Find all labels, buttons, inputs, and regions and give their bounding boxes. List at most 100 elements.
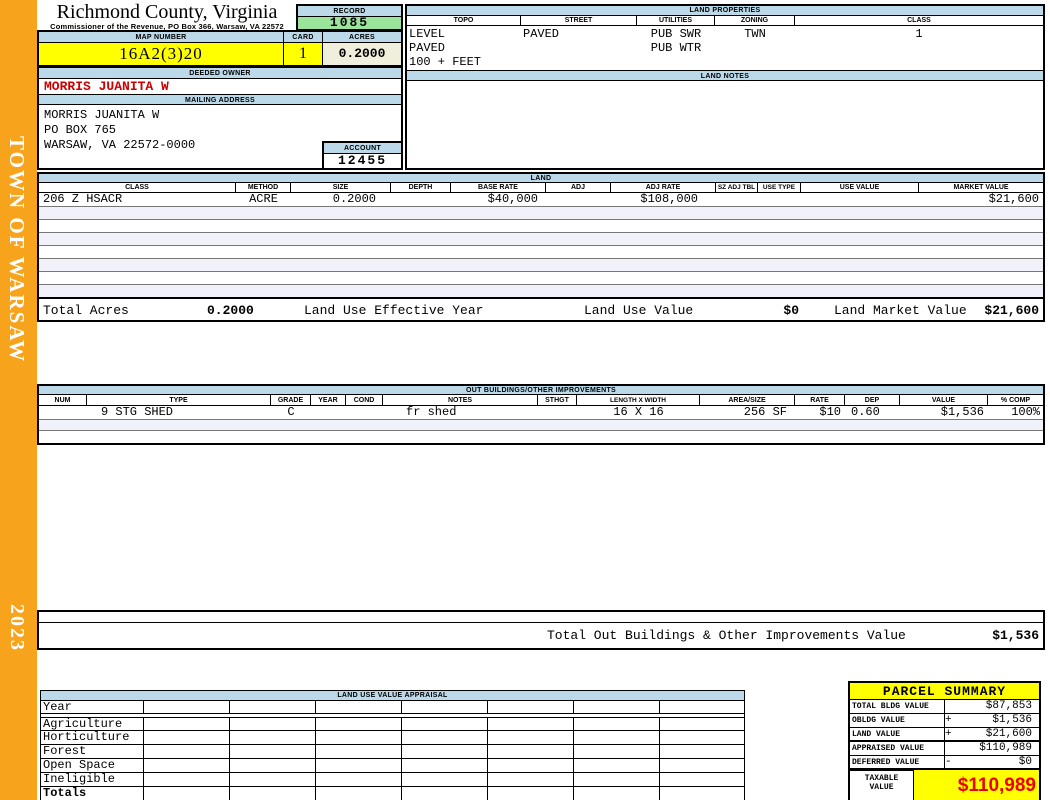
lua-cell[interactable] bbox=[402, 701, 488, 713]
col-area-size: AREA/SIZE bbox=[700, 395, 795, 405]
lua-cell[interactable] bbox=[402, 759, 488, 772]
lua-cell[interactable] bbox=[660, 773, 744, 786]
col-value: VALUE bbox=[900, 395, 988, 405]
col-class: CLASS bbox=[39, 183, 236, 192]
lua-cell[interactable] bbox=[316, 787, 402, 800]
lua-cell[interactable] bbox=[230, 759, 316, 772]
lua-cell[interactable] bbox=[574, 787, 660, 800]
topo-values[interactable]: LEVEL PAVED 100 + FEET bbox=[407, 26, 521, 70]
zoning-values[interactable]: TWN bbox=[715, 26, 795, 70]
street-values[interactable]: PAVED bbox=[521, 26, 637, 70]
land-empty-row bbox=[39, 259, 1043, 272]
lua-row[interactable]: Horticulture bbox=[41, 731, 744, 745]
summary-label: TOTAL BLDG VALUE bbox=[850, 700, 945, 713]
lua-cell[interactable] bbox=[230, 701, 316, 713]
lua-cell[interactable] bbox=[488, 701, 574, 713]
lua-cell[interactable] bbox=[488, 773, 574, 786]
land-use-appraisal-title: LAND USE VALUE APPRAISAL bbox=[41, 691, 744, 701]
mailing-line: PO BOX 765 bbox=[44, 123, 117, 137]
lua-cell[interactable] bbox=[316, 718, 402, 730]
land-market-value-label: Land Market Value bbox=[834, 303, 967, 318]
land-market-value-total: $21,600 bbox=[984, 303, 1039, 318]
account-value[interactable]: 12455 bbox=[324, 154, 401, 168]
lua-cell[interactable] bbox=[660, 701, 744, 713]
lua-cell[interactable] bbox=[402, 731, 488, 744]
lua-cell[interactable] bbox=[230, 773, 316, 786]
card-value[interactable]: 1 bbox=[284, 43, 323, 65]
lua-cell[interactable] bbox=[574, 773, 660, 786]
lua-row-label: Year bbox=[41, 701, 144, 713]
lua-cell[interactable] bbox=[230, 745, 316, 758]
lua-cell[interactable] bbox=[574, 745, 660, 758]
record-box: RECORD 1085 bbox=[296, 4, 403, 31]
ob-empty-row bbox=[39, 431, 1043, 442]
lua-row-totals[interactable]: Totals bbox=[41, 787, 744, 800]
land-depth bbox=[391, 193, 451, 206]
land-data-row[interactable]: 206 Z HSACR ACRE 0.2000 $40,000 $108,000… bbox=[39, 193, 1043, 207]
lua-cell[interactable] bbox=[402, 718, 488, 730]
col-notes: NOTES bbox=[383, 395, 538, 405]
lua-cell[interactable] bbox=[144, 773, 230, 786]
deeded-owner-value[interactable]: MORRIS JUANITA W bbox=[39, 79, 401, 94]
lua-cell[interactable] bbox=[488, 731, 574, 744]
land-size: 0.2000 bbox=[332, 193, 376, 206]
topo-line: 100 + FEET bbox=[409, 55, 482, 69]
lua-cell[interactable] bbox=[144, 731, 230, 744]
zoning-line: TWN bbox=[744, 27, 766, 41]
lua-row[interactable]: Agriculture bbox=[41, 717, 744, 731]
col-dep: DEP bbox=[845, 395, 900, 405]
map-number-value[interactable]: 16A2(3)20 bbox=[39, 43, 284, 65]
class-values[interactable]: 1 bbox=[795, 26, 1043, 70]
lua-cell[interactable] bbox=[316, 759, 402, 772]
lua-row[interactable]: Open Space bbox=[41, 759, 744, 773]
lua-cell[interactable] bbox=[316, 773, 402, 786]
lua-cell[interactable] bbox=[574, 759, 660, 772]
lua-row[interactable]: Forest bbox=[41, 745, 744, 759]
ob-cond bbox=[346, 406, 383, 419]
lua-cell[interactable] bbox=[488, 787, 574, 800]
topo-line: LEVEL bbox=[409, 27, 446, 41]
summary-value: $0 bbox=[1018, 756, 1032, 768]
lua-cell[interactable] bbox=[488, 718, 574, 730]
lua-row[interactable]: Ineligible bbox=[41, 773, 744, 787]
lua-cell[interactable] bbox=[660, 718, 744, 730]
out-building-row[interactable]: 9 STG SHED C fr shed 16 X 16 256 SF $10 … bbox=[39, 406, 1043, 420]
lua-cell[interactable] bbox=[230, 731, 316, 744]
mailing-line: MORRIS JUANITA W bbox=[44, 108, 160, 122]
ob-total-row: Total Out Buildings & Other Improvements… bbox=[39, 623, 1043, 648]
lua-cell[interactable] bbox=[316, 701, 402, 713]
lua-cell[interactable] bbox=[402, 787, 488, 800]
deeded-owner-label: DEEDED OWNER bbox=[39, 68, 401, 79]
summary-sign: - bbox=[945, 756, 952, 768]
lua-cell[interactable] bbox=[144, 759, 230, 772]
lua-cell[interactable] bbox=[316, 745, 402, 758]
land-market-value: $21,600 bbox=[988, 193, 1039, 206]
taxable-label: TAXABLE VALUE bbox=[850, 770, 914, 800]
lua-cell[interactable] bbox=[144, 718, 230, 730]
lua-cell[interactable] bbox=[230, 787, 316, 800]
lua-cell[interactable] bbox=[574, 701, 660, 713]
lua-cell[interactable] bbox=[144, 745, 230, 758]
lua-cell[interactable] bbox=[144, 787, 230, 800]
lua-row[interactable]: Year bbox=[41, 701, 744, 714]
lua-cell[interactable] bbox=[660, 745, 744, 758]
acres-value[interactable]: 0.2000 bbox=[323, 43, 401, 65]
lua-cell[interactable] bbox=[660, 731, 744, 744]
lua-cell[interactable] bbox=[316, 731, 402, 744]
lua-cell[interactable] bbox=[660, 759, 744, 772]
land-notes-body[interactable] bbox=[407, 81, 1043, 166]
lua-cell[interactable] bbox=[574, 731, 660, 744]
lua-cell[interactable] bbox=[402, 773, 488, 786]
col-cond: COND bbox=[346, 395, 383, 405]
lua-cell[interactable] bbox=[488, 759, 574, 772]
lua-cell[interactable] bbox=[488, 745, 574, 758]
lua-cell[interactable] bbox=[574, 718, 660, 730]
lua-row-label: Totals bbox=[41, 787, 144, 800]
lua-cell[interactable] bbox=[660, 787, 744, 800]
lua-cell[interactable] bbox=[144, 701, 230, 713]
account-box: ACCOUNT 12455 bbox=[322, 141, 403, 170]
lua-cell[interactable] bbox=[230, 718, 316, 730]
utilities-values[interactable]: PUB SWR PUB WTR bbox=[637, 26, 715, 70]
record-value[interactable]: 1085 bbox=[298, 16, 401, 29]
lua-cell[interactable] bbox=[402, 745, 488, 758]
